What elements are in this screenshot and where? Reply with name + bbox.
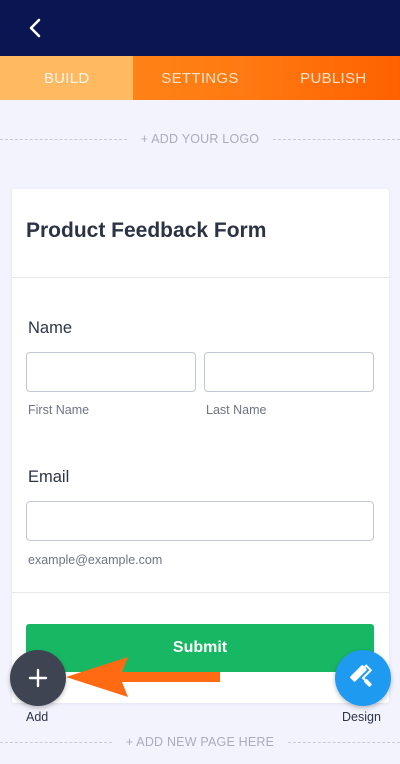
paint-roller-icon — [350, 664, 373, 687]
design-fab-button[interactable] — [335, 650, 391, 706]
add-fab-label: Add — [26, 710, 49, 724]
dashed-divider — [0, 138, 127, 140]
add-logo-row: + ADD YOUR LOGO — [0, 129, 400, 149]
last-name-input[interactable] — [204, 352, 374, 392]
tab-settings[interactable]: SETTINGS — [133, 56, 266, 100]
submit-divider — [12, 592, 389, 593]
tab-build[interactable]: BUILD — [0, 56, 134, 100]
email-field-label: Email — [28, 468, 70, 486]
back-arrow-icon — [29, 18, 41, 38]
form-card: Product Feedback Form Name First Name La… — [12, 189, 389, 703]
dashed-divider — [273, 138, 400, 140]
title-divider — [12, 277, 389, 278]
tab-publish[interactable]: PUBLISH — [267, 56, 400, 100]
first-name-input[interactable] — [26, 352, 196, 392]
builder-tabs: BUILD SETTINGS PUBLISH — [0, 56, 400, 100]
last-name-sublabel: Last Name — [206, 403, 267, 417]
add-fab-button[interactable] — [10, 650, 66, 706]
top-bar — [0, 0, 400, 56]
design-fab-label: Design — [342, 710, 381, 724]
form-title[interactable]: Product Feedback Form — [26, 219, 266, 243]
plus-icon — [28, 668, 48, 688]
pointing-arrow-icon — [66, 657, 220, 697]
dashed-divider — [0, 741, 112, 743]
add-logo-link[interactable]: + ADD YOUR LOGO — [127, 132, 273, 146]
name-field-label: Name — [28, 319, 73, 337]
add-page-row: + ADD NEW PAGE HERE — [0, 732, 400, 752]
email-sublabel: example@example.com — [28, 553, 163, 567]
first-name-sublabel: First Name — [28, 403, 90, 417]
email-input[interactable] — [26, 501, 374, 541]
back-button[interactable] — [20, 13, 50, 43]
dashed-divider — [288, 741, 400, 743]
add-new-page-link[interactable]: + ADD NEW PAGE HERE — [112, 735, 288, 749]
